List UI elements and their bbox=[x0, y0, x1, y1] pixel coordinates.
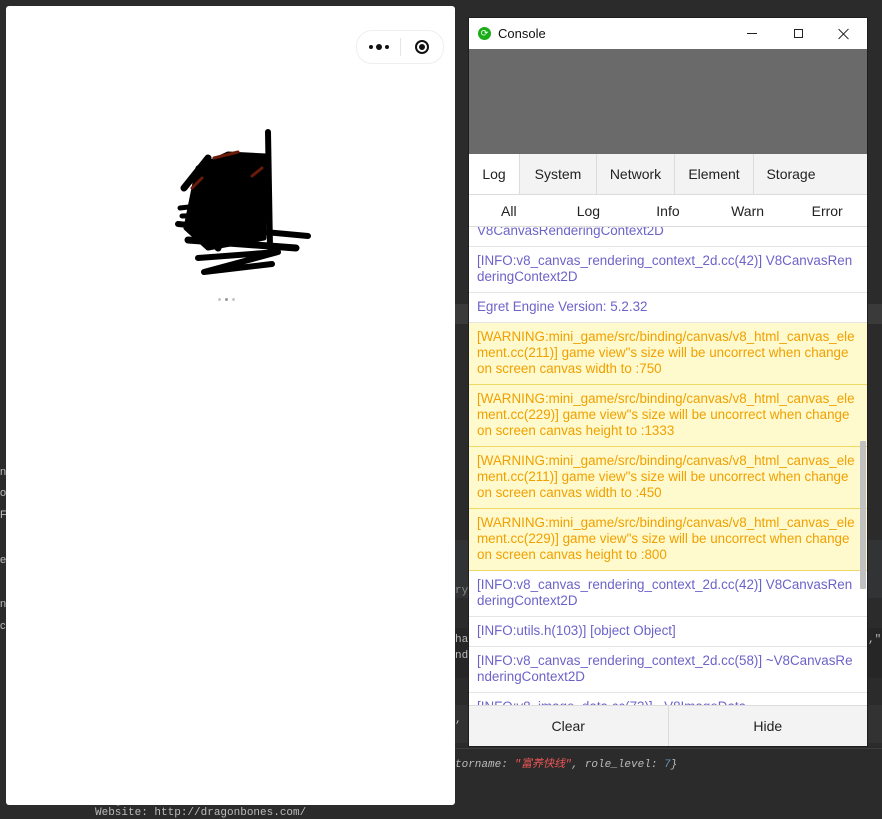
filter-all[interactable]: All bbox=[469, 195, 549, 226]
more-dots-icon[interactable] bbox=[357, 31, 400, 63]
log-list-area[interactable]: V8CanvasRenderingContext2D [INFO:v8_canv… bbox=[469, 227, 867, 707]
filter-info[interactable]: Info bbox=[628, 195, 708, 226]
maximize-icon bbox=[793, 29, 803, 38]
log-filters: All Log Info Warn Error bbox=[469, 195, 867, 227]
console-tabs: Log System Network Element Storage bbox=[469, 154, 867, 195]
tab-network[interactable]: Network bbox=[597, 154, 675, 194]
filter-log[interactable]: Log bbox=[549, 195, 629, 226]
code-string: "富养快线" bbox=[514, 759, 572, 771]
minimize-button[interactable] bbox=[729, 18, 775, 49]
filter-error[interactable]: Error bbox=[787, 195, 867, 226]
log-item-info: [INFO:v8_canvas_rendering_context_2d.cc(… bbox=[469, 647, 867, 693]
log-item-warning: [WARNING:mini_game/src/binding/canvas/v8… bbox=[469, 509, 867, 571]
loading-indicator bbox=[218, 298, 235, 301]
wechat-devtools-icon: ⟳ bbox=[478, 27, 491, 40]
log-item-warning: [WARNING:mini_game/src/binding/canvas/v8… bbox=[469, 447, 867, 509]
code-key: } bbox=[670, 759, 678, 771]
ide-left-fragment: c bbox=[0, 620, 6, 632]
ide-fragment: ry bbox=[455, 585, 469, 597]
log-item-warning: [WARNING:mini_game/src/binding/canvas/v8… bbox=[469, 323, 867, 385]
ide-fragment: ha bbox=[455, 634, 469, 646]
code-key: torname: bbox=[455, 759, 515, 771]
ide-fragment: nd bbox=[455, 650, 469, 662]
simulator-screen bbox=[6, 6, 455, 805]
log-item-warning: [WARNING:mini_game/src/binding/canvas/v8… bbox=[469, 385, 867, 447]
tab-element[interactable]: Element bbox=[675, 154, 754, 194]
ide-fragment: ," bbox=[868, 634, 882, 646]
minimize-icon bbox=[747, 33, 757, 34]
filter-warn[interactable]: Warn bbox=[708, 195, 788, 226]
log-item-info: Egret Engine Version: 5.2.32 bbox=[469, 293, 867, 323]
close-button[interactable] bbox=[821, 18, 867, 49]
log-item-info: V8CanvasRenderingContext2D bbox=[469, 227, 867, 247]
code-number: 7 bbox=[664, 759, 671, 771]
console-overlay-mask bbox=[469, 49, 867, 154]
ide-code-line: torname: "富养快线", role_level: 7} bbox=[455, 755, 677, 771]
close-icon bbox=[838, 28, 850, 40]
ide-bottom-line: Website: http://dragonbones.com/ bbox=[95, 807, 307, 819]
hide-button[interactable]: Hide bbox=[669, 706, 868, 746]
title-bar[interactable]: ⟳ Console bbox=[469, 18, 867, 49]
menu-capsule bbox=[356, 30, 444, 64]
tab-storage[interactable]: Storage bbox=[754, 154, 828, 194]
maximize-button[interactable] bbox=[775, 18, 821, 49]
log-item-info: [INFO:v8_canvas_rendering_context_2d.cc(… bbox=[469, 571, 867, 617]
log-list: V8CanvasRenderingContext2D [INFO:v8_canv… bbox=[469, 227, 867, 707]
clear-button[interactable]: Clear bbox=[469, 706, 669, 746]
target-icon[interactable] bbox=[401, 31, 443, 63]
window-controls bbox=[729, 18, 867, 49]
log-item-info: [INFO:utils.h(103)] [object Object] bbox=[469, 617, 867, 647]
window-title: Console bbox=[498, 26, 546, 41]
redacted-logo-scribble bbox=[175, 129, 311, 275]
tab-system[interactable]: System bbox=[520, 154, 597, 194]
console-action-bar: Clear Hide bbox=[469, 705, 867, 746]
code-key: , role_level: bbox=[571, 759, 665, 771]
log-scrollbar-thumb[interactable] bbox=[860, 441, 866, 589]
tab-log[interactable]: Log bbox=[469, 154, 520, 194]
log-item-info: [INFO:v8_canvas_rendering_context_2d.cc(… bbox=[469, 247, 867, 293]
ide-fragment: , bbox=[455, 714, 462, 726]
console-window: ⟳ Console Log System Network Element Sto… bbox=[469, 18, 867, 746]
